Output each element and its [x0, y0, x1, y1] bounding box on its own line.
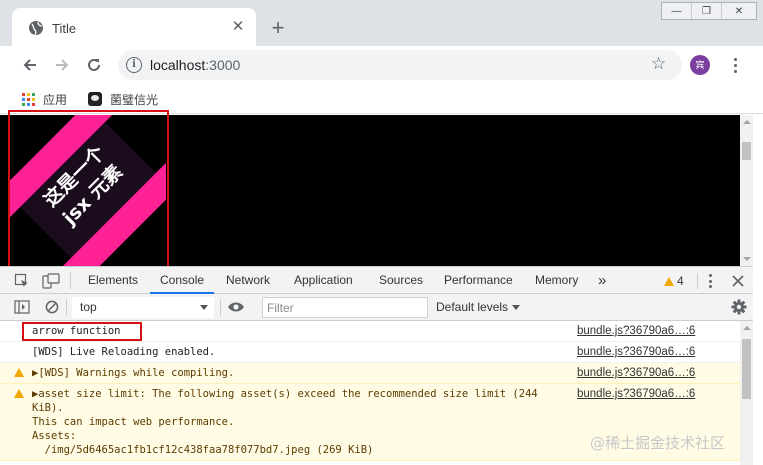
back-button[interactable]	[19, 54, 41, 76]
tab-elements[interactable]: Elements	[88, 267, 138, 294]
divider	[66, 299, 67, 316]
bookmarks-bar: 应用 菌璧信光	[0, 84, 763, 114]
context-value: top	[80, 300, 97, 314]
url-host: localhost	[150, 57, 206, 73]
bookmark-favicon-icon	[88, 92, 102, 106]
device-toolbar-icon[interactable]	[42, 273, 60, 289]
watermark: @稀土掘金技术社区	[590, 434, 726, 452]
source-link[interactable]: bundle.js?36790a6…:6	[577, 324, 695, 338]
devtools-tab-bar: Elements Console Network Application Sou…	[0, 266, 753, 294]
divider	[70, 272, 71, 289]
devtools-menu-icon[interactable]	[708, 274, 712, 288]
url-port: :3000	[205, 57, 241, 73]
bookmark-apps[interactable]: 应用	[22, 90, 67, 108]
url-text[interactable]: localhost:3000	[150, 57, 240, 73]
warning-icon	[14, 389, 24, 398]
warning-counter[interactable]: 4	[664, 273, 684, 289]
console-warning[interactable]: ▶[WDS] Warnings while compiling. bundle.…	[0, 363, 740, 384]
context-selector[interactable]: top	[72, 297, 214, 318]
tab-memory[interactable]: Memory	[535, 267, 578, 294]
tab-console[interactable]: Console	[150, 267, 215, 294]
profile-avatar[interactable]: 宾	[690, 55, 710, 75]
restore-button[interactable]: ❐	[692, 3, 722, 19]
tab-application[interactable]: Application	[294, 267, 353, 294]
new-tab-button[interactable]: +	[268, 17, 288, 39]
tab-network[interactable]: Network	[226, 267, 270, 294]
tab-sources[interactable]: Sources	[379, 267, 423, 294]
console-scrollbar[interactable]	[740, 321, 753, 465]
reload-button[interactable]	[83, 54, 105, 76]
tab-strip: Title ✕ + — ❐ ✕	[0, 0, 763, 46]
console-message: [WDS] Live Reloading enabled. bundle.js?…	[0, 342, 740, 363]
forward-arrow-icon	[56, 59, 69, 71]
more-tabs-button[interactable]: »	[598, 267, 606, 294]
browser-tab[interactable]: Title ✕	[12, 8, 256, 46]
warning-icon	[664, 276, 674, 286]
close-tab-icon[interactable]: ✕	[230, 19, 246, 35]
bookmark-label: 菌璧信光	[110, 92, 159, 107]
address-bar[interactable]: i localhost:3000 ☆	[118, 50, 682, 80]
close-window-button[interactable]: ✕	[722, 3, 756, 19]
minimize-button[interactable]: —	[662, 3, 692, 19]
window-edge	[753, 115, 763, 465]
tab-title: Title	[52, 21, 77, 36]
console-toolbar: top Default levels	[0, 294, 753, 321]
console-scroll-thumb[interactable]	[742, 339, 751, 399]
page-scrollbar[interactable]	[740, 115, 753, 266]
bookmark-item[interactable]: 菌璧信光	[88, 90, 158, 108]
rendered-jsx-element: 这是一个 jsx 元素	[10, 115, 166, 266]
bookmark-star-icon[interactable]: ☆	[651, 54, 666, 74]
back-arrow-icon	[23, 59, 36, 71]
rotated-card: 这是一个 jsx 元素	[10, 115, 166, 266]
sidebar-toggle-icon[interactable]	[14, 300, 30, 314]
divider	[220, 299, 221, 316]
warning-count: 4	[677, 274, 684, 288]
live-expression-eye-icon[interactable]	[227, 301, 245, 313]
warning-icon	[14, 368, 24, 377]
console-message: arrow function bundle.js?36790a6…:6	[0, 321, 740, 342]
source-link[interactable]: bundle.js?36790a6…:6	[577, 345, 695, 359]
divider	[697, 273, 698, 289]
settings-gear-icon[interactable]	[731, 299, 747, 315]
source-link[interactable]: bundle.js?36790a6…:6	[577, 387, 695, 401]
close-devtools-icon[interactable]	[732, 275, 744, 287]
window-controls: — ❐ ✕	[661, 2, 757, 20]
globe-icon	[29, 21, 43, 36]
bookmark-label: 应用	[43, 92, 68, 107]
log-levels-label: Default levels	[436, 300, 509, 314]
site-info-icon[interactable]: i	[126, 57, 142, 73]
reload-icon	[88, 58, 100, 71]
console-filter-input[interactable]	[262, 297, 428, 318]
forward-button[interactable]	[51, 54, 73, 76]
log-levels-dropdown[interactable]: Default levels	[436, 297, 526, 318]
chevron-down-icon	[200, 305, 208, 310]
chevron-down-icon	[512, 305, 520, 310]
tab-performance[interactable]: Performance	[444, 267, 513, 294]
page-scroll-thumb[interactable]	[742, 142, 751, 160]
browser-menu-icon[interactable]	[728, 54, 742, 76]
inspect-element-icon[interactable]	[14, 273, 30, 289]
source-link[interactable]: bundle.js?36790a6…:6	[577, 366, 695, 380]
clear-console-icon[interactable]	[45, 300, 59, 314]
browser-toolbar: i localhost:3000 ☆ 宾	[0, 46, 763, 84]
apps-grid-icon	[22, 92, 35, 106]
